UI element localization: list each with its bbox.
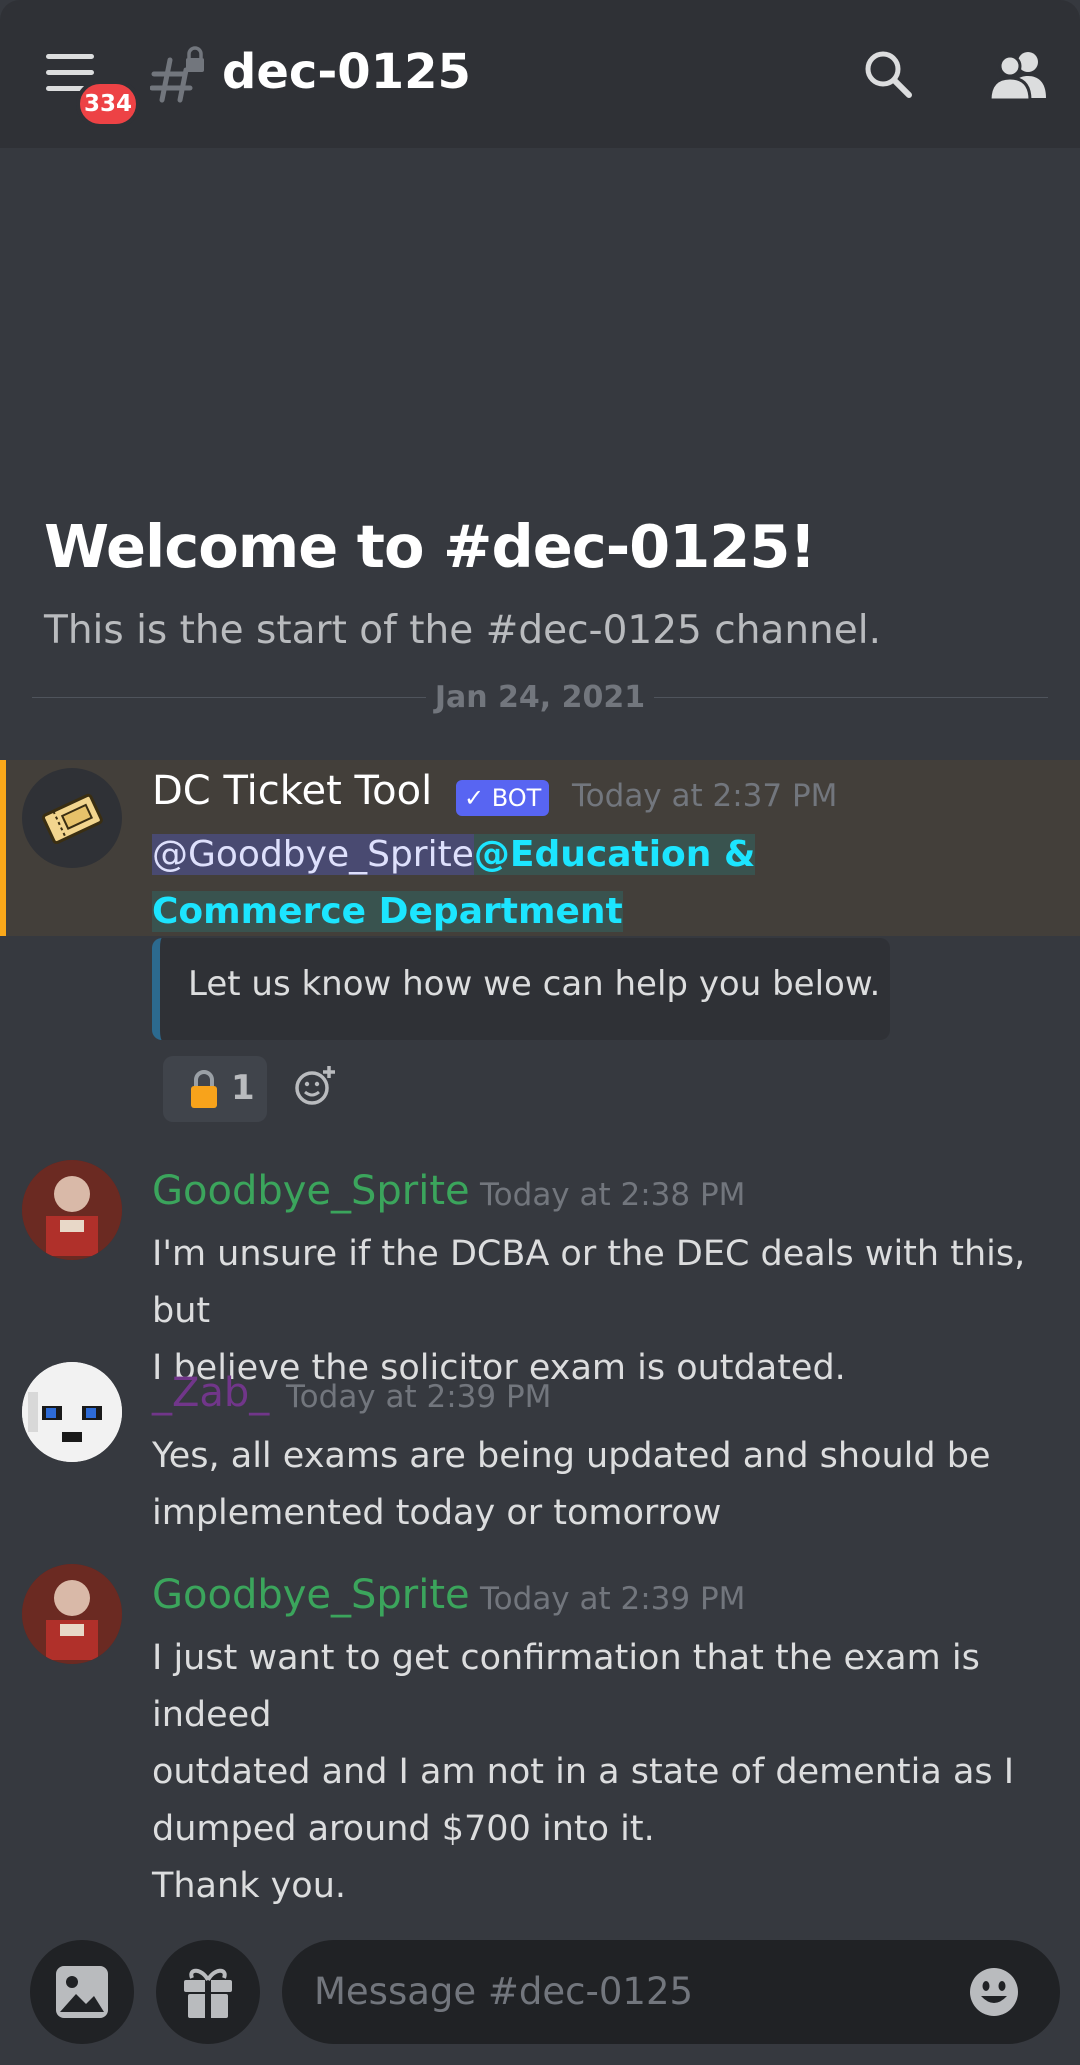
avatar[interactable] (22, 768, 122, 868)
message-author[interactable]: Goodbye_Sprite (152, 1572, 470, 1618)
user-avatar-image (22, 1362, 122, 1462)
locked-channel-icon (150, 46, 204, 103)
reaction-count: 1 (231, 1068, 255, 1108)
message-content: Yes, all exams are being updated and sho… (152, 1436, 991, 1533)
user-mention[interactable]: @Goodbye_Sprite (152, 834, 474, 875)
reaction-lock[interactable]: 1 (163, 1056, 267, 1122)
channel-title: dec-0125 (222, 44, 471, 100)
search-icon[interactable] (862, 48, 914, 100)
message-timestamp: Today at 2:39 PM (286, 1379, 552, 1415)
message-author[interactable]: Goodbye_Sprite (152, 1168, 470, 1214)
message-author[interactable]: _Zab_ (152, 1370, 269, 1416)
avatar[interactable] (22, 1564, 122, 1664)
emoji-icon[interactable] (968, 1966, 1020, 2018)
avatar[interactable] (22, 1160, 122, 1260)
image-icon (56, 1966, 108, 2018)
attach-image-button[interactable] (30, 1940, 134, 2044)
welcome-title: Welcome to #dec-0125! (44, 512, 816, 581)
embed-text: Let us know how we can help you below. (188, 964, 881, 1004)
message-content: I'm unsure if the DCBA or the DEC deals … (152, 1234, 1026, 1388)
message-timestamp: Today at 2:39 PM (480, 1581, 746, 1617)
lock-icon (191, 1070, 217, 1108)
bot-tag: ✓ BOT (456, 780, 550, 816)
message-timestamp: Today at 2:37 PM (572, 778, 838, 814)
gift-icon (184, 1968, 232, 2018)
add-reaction-icon[interactable] (294, 1064, 336, 1106)
message-input[interactable]: Message #dec-0125 (282, 1940, 1060, 2044)
embed: Let us know how we can help you below. (152, 938, 890, 1040)
gift-button[interactable] (156, 1940, 260, 2044)
date-divider: Jan 24, 2021 (32, 676, 1048, 720)
unread-badge: 334 (76, 80, 141, 128)
welcome-subtitle: This is the start of the #dec-0125 chann… (44, 608, 881, 653)
date-divider-label: Jan 24, 2021 (434, 680, 646, 715)
message-timestamp: Today at 2:38 PM (480, 1177, 746, 1213)
avatar[interactable] (22, 1362, 122, 1462)
user-avatar-image (22, 1160, 122, 1260)
message-content: @Goodbye_Sprite@Education & Commerce Dep… (152, 826, 912, 940)
message-content: I just want to get confirmation that the… (152, 1638, 1015, 1906)
user-avatar-image (22, 1564, 122, 1664)
message-input-placeholder: Message #dec-0125 (314, 1970, 694, 2013)
ticket-icon (42, 793, 103, 845)
channel-header: 334 dec-0125 (0, 0, 1080, 148)
members-icon[interactable] (988, 48, 1048, 100)
message-author[interactable]: DC Ticket Tool (152, 768, 432, 814)
